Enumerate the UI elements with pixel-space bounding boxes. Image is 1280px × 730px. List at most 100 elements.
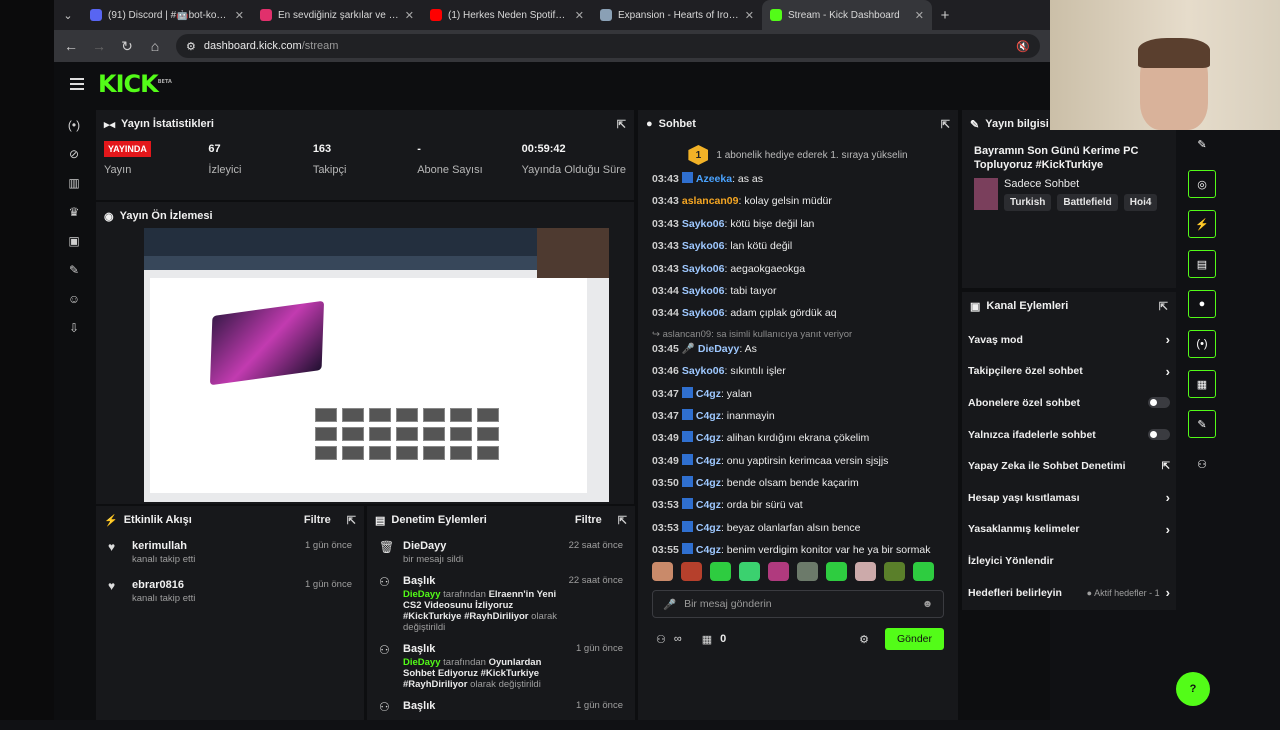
action-row[interactable]: İzleyici Yönlendir <box>962 545 1176 577</box>
emote[interactable] <box>884 561 905 581</box>
send-button[interactable]: Gönder <box>884 628 944 650</box>
popout-icon[interactable]: ⇱ <box>941 118 950 131</box>
close-tab-icon[interactable]: ✕ <box>745 9 754 22</box>
kick-logo[interactable]: KICKBETA <box>98 70 172 98</box>
emote[interactable] <box>768 561 789 581</box>
reload-icon[interactable]: ↻ <box>120 38 134 55</box>
tab-search-icon[interactable]: ⌄ <box>54 9 82 22</box>
tag-chip[interactable]: Battlefield <box>1057 194 1118 211</box>
close-tab-icon[interactable]: ✕ <box>235 9 244 22</box>
popout-icon[interactable]: ⇱ <box>617 118 626 131</box>
mod-name[interactable]: DieDayy <box>403 540 559 552</box>
browser-tab[interactable]: En sevdiğiniz şarkılar ve albümle ✕ <box>252 0 422 30</box>
action-row[interactable]: Takipçilere özel sohbet › <box>962 356 1176 388</box>
feed-user[interactable]: kerimullah <box>132 540 295 552</box>
mod-name[interactable]: Başlık <box>403 700 566 712</box>
link-icon[interactable]: ⊘ <box>54 139 94 168</box>
message-user[interactable]: Sayko06 <box>682 365 725 377</box>
emoji-icon[interactable]: ☻ <box>922 598 933 610</box>
users-icon[interactable]: ☺ <box>54 284 94 313</box>
back-icon[interactable]: ← <box>64 38 78 54</box>
action-row[interactable]: Yasaklanmış kelimeler › <box>962 514 1176 546</box>
tag-chip[interactable]: Turkish <box>1004 194 1052 211</box>
bolt-icon[interactable]: ⚡ <box>1188 210 1216 238</box>
action-row[interactable]: Yalnızca ifadelerle sohbet <box>962 419 1176 451</box>
menu-icon[interactable] <box>70 78 84 90</box>
popout-icon[interactable]: ⇱ <box>618 514 627 527</box>
mod-name[interactable]: Başlık <box>403 643 566 655</box>
analytics-icon[interactable]: ▥ <box>54 168 94 197</box>
browser-tab[interactable]: (91) Discord | #🤖bot-komut | ✕ <box>82 0 252 30</box>
export-icon[interactable]: ⇩ <box>54 313 94 342</box>
message-user[interactable]: C4gz <box>696 410 721 422</box>
document-icon[interactable]: ▤ <box>1188 250 1216 278</box>
stream-icon[interactable]: (•) <box>54 110 94 139</box>
mic-icon[interactable]: 🎤 <box>663 598 676 611</box>
popout-icon[interactable]: ⇱ <box>1159 300 1168 313</box>
help-icon[interactable]: ? <box>1176 672 1210 706</box>
browser-tab[interactable]: Expansion - Hearts of Iron IV: N ✕ <box>592 0 762 30</box>
users-icon[interactable]: ⚇ <box>1188 450 1216 478</box>
action-row[interactable]: Yavaş mod › <box>962 324 1176 356</box>
popout-icon[interactable]: ⇱ <box>347 514 356 527</box>
message-user[interactable]: Sayko06 <box>682 240 725 252</box>
message-user[interactable]: C4gz <box>696 499 721 511</box>
mod-user[interactable]: DieDayy <box>403 589 441 600</box>
message-user[interactable]: Sayko06 <box>682 285 725 297</box>
wrench-icon[interactable]: ✎ <box>1188 410 1216 438</box>
new-tab-button[interactable]: + <box>932 7 958 24</box>
forward-icon[interactable]: → <box>92 38 106 54</box>
url-field[interactable]: ⚙ dashboard.kick.com/stream 🔇 <box>176 34 1040 58</box>
browser-tab[interactable]: (1) Herkes Neden Spotify'ı Terk ✕ <box>422 0 592 30</box>
video-icon[interactable]: ▣ <box>54 226 94 255</box>
camera-icon[interactable]: ◎ <box>1188 170 1216 198</box>
message-user[interactable]: C4gz <box>696 388 721 400</box>
message-user[interactable]: Sayko06 <box>682 263 725 275</box>
message-user[interactable]: Sayko06 <box>682 218 725 230</box>
emote[interactable] <box>826 561 847 581</box>
message-user[interactable]: Azeeka <box>696 173 732 185</box>
emote[interactable] <box>652 561 673 581</box>
mod-filter-button[interactable]: Filtre <box>575 514 602 526</box>
pencil-icon[interactable]: ✎ <box>1188 130 1216 158</box>
category-name[interactable]: Sadece Sohbet <box>1004 178 1157 190</box>
emote[interactable] <box>681 561 702 581</box>
users-icon[interactable]: ⚇ <box>656 633 666 646</box>
action-row[interactable]: Hesap yaşı kısıtlaması › <box>962 482 1176 514</box>
site-info-icon[interactable]: ⚙ <box>186 40 196 53</box>
emote[interactable] <box>739 561 760 581</box>
mod-user[interactable]: DieDayy <box>403 657 441 668</box>
chat-input[interactable]: 🎤 Bir mesaj gönderin ☻ <box>652 590 944 618</box>
mute-icon[interactable]: 🔇 <box>1016 40 1030 53</box>
settings-icon[interactable]: ⚙ <box>859 633 869 646</box>
gift-banner[interactable]: 1 1 abonelik hediye ederek 1. sıraya yüks… <box>638 138 958 172</box>
message-user[interactable]: Sayko06 <box>682 307 725 319</box>
message-user[interactable]: C4gz <box>696 544 721 556</box>
action-row[interactable]: Abonelere özel sohbet <box>962 387 1176 419</box>
feed-user[interactable]: ebrar0816 <box>132 579 295 591</box>
emote[interactable] <box>710 561 731 581</box>
action-row[interactable]: Yapay Zeka ile Sohbet Denetimi ⇱ <box>962 450 1176 482</box>
broadcast-icon[interactable]: (•) <box>1188 330 1216 358</box>
emote[interactable] <box>913 561 934 581</box>
message-user[interactable]: C4gz <box>696 455 721 467</box>
message-user[interactable]: C4gz <box>696 522 721 534</box>
message-user[interactable]: C4gz <box>696 477 721 489</box>
close-tab-icon[interactable]: ✕ <box>405 9 414 22</box>
mod-name[interactable]: Başlık <box>403 575 559 587</box>
message-user[interactable]: aslancan09 <box>682 195 739 207</box>
toggle-switch[interactable] <box>1148 429 1170 441</box>
home-icon[interactable]: ⌂ <box>148 38 162 54</box>
trophy-icon[interactable]: ♛ <box>54 197 94 226</box>
close-tab-icon[interactable]: ✕ <box>575 9 584 22</box>
feed-filter-button[interactable]: Filtre <box>304 514 331 526</box>
close-tab-icon[interactable]: ✕ <box>915 9 924 22</box>
stream-preview[interactable] <box>144 228 609 502</box>
emote[interactable] <box>797 561 818 581</box>
points-icon[interactable]: ▦ <box>702 633 712 646</box>
category-thumbnail[interactable] <box>974 178 998 210</box>
wrench-icon[interactable]: ✎ <box>54 255 94 284</box>
emote[interactable] <box>855 561 876 581</box>
tag-chip[interactable]: Hoi4 <box>1123 194 1158 211</box>
layout-icon[interactable]: ▦ <box>1188 370 1216 398</box>
